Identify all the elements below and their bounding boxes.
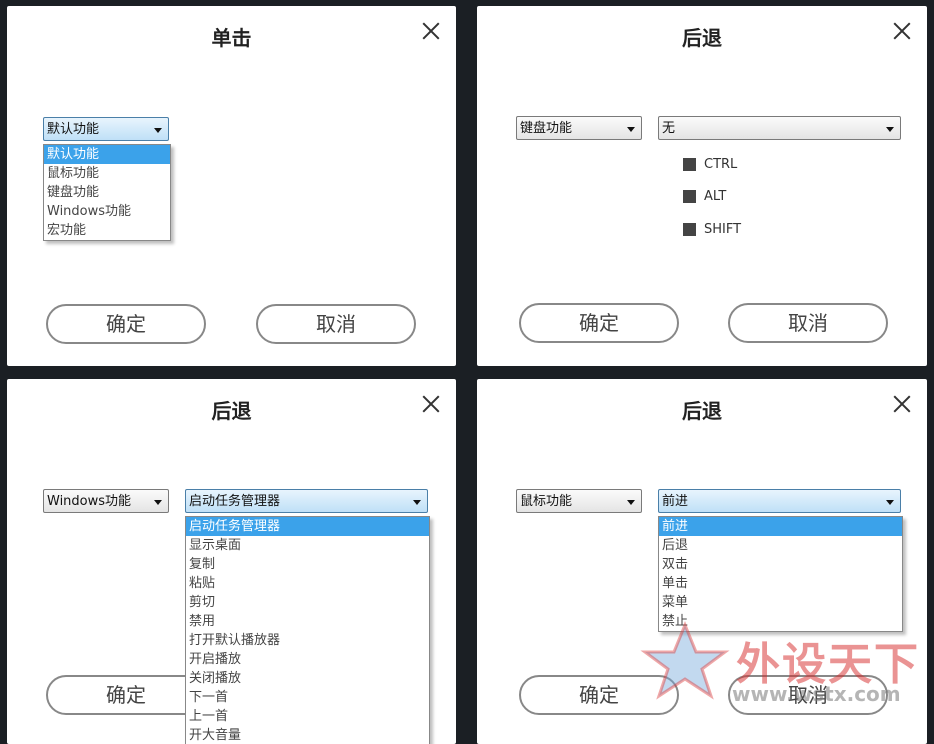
dropdown-option[interactable]: 禁用 [186,612,429,631]
select-value: 启动任务管理器 [189,494,281,509]
cancel-button[interactable]: 取消 [256,304,416,344]
chevron-down-icon [154,500,162,505]
dropdown-option[interactable]: 宏功能 [44,221,170,240]
dropdown-option[interactable]: 打开默认播放器 [186,631,429,650]
mouse-action-dropdown: 前进 后退 双击 单击 菜单 禁止 [658,516,903,632]
dropdown-option[interactable]: 下一首 [186,688,429,707]
chevron-down-icon [886,127,894,132]
dropdown-option[interactable]: 双击 [659,555,902,574]
watermark: 外设天下 www.wstx.com [640,620,930,710]
dropdown-option[interactable]: 单击 [659,574,902,593]
dropdown-option[interactable]: 上一首 [186,707,429,726]
dropdown-option[interactable]: 菜单 [659,593,902,612]
dialog-single-click: 单击 默认功能 默认功能 鼠标功能 键盘功能 Windows功能 宏功能 确定 … [7,6,456,366]
dropdown-option[interactable]: 默认功能 [44,145,170,164]
cancel-button[interactable]: 取消 [728,303,888,343]
dropdown-option[interactable]: 开启播放 [186,650,429,669]
dialog-title: 后退 [682,399,722,423]
select-value: Windows功能 [47,494,132,509]
close-icon[interactable] [420,393,442,415]
dropdown-option[interactable]: Windows功能 [44,202,170,221]
dropdown-option[interactable]: 开大音量 [186,726,429,744]
windows-action-dropdown: 启动任务管理器 显示桌面 复制 粘贴 剪切 禁用 打开默认播放器 开启播放 关闭… [185,516,430,744]
dropdown-option[interactable]: 显示桌面 [186,536,429,555]
checkbox-label: ALT [704,189,727,204]
dropdown-option[interactable]: 前进 [659,517,902,536]
function-type-select[interactable]: 默认功能 [43,117,169,141]
function-type-select[interactable]: 鼠标功能 [516,489,642,513]
dropdown-option[interactable]: 后退 [659,536,902,555]
dropdown-option[interactable]: 剪切 [186,593,429,612]
chevron-down-icon [627,127,635,132]
confirm-button[interactable]: 确定 [519,303,679,343]
windows-action-select[interactable]: 启动任务管理器 [185,489,428,513]
checkbox-icon[interactable] [683,158,696,171]
dropdown-option[interactable]: 关闭播放 [186,669,429,688]
select-value: 前进 [662,494,689,509]
dropdown-option[interactable]: 键盘功能 [44,183,170,202]
select-value: 无 [662,121,676,136]
select-value: 键盘功能 [520,121,573,136]
dialog-back-keyboard: 后退 键盘功能 无 CTRL ALT SHIFT 确定 取消 [477,6,927,366]
confirm-button[interactable]: 确定 [46,675,206,715]
star-logo-icon [640,621,730,700]
dropdown-option[interactable]: 粘贴 [186,574,429,593]
dialog-title: 后退 [682,26,722,50]
dialog-title: 后退 [211,399,252,423]
dialog-back-windows: 后退 Windows功能 启动任务管理器 确定 启动任务管理器 显示桌面 复制 … [7,379,456,744]
mouse-action-select[interactable]: 前进 [658,489,901,513]
chevron-down-icon [154,128,162,133]
confirm-button[interactable]: 确定 [46,304,206,344]
chevron-down-icon [886,500,894,505]
checkbox-label: CTRL [704,157,738,172]
checkbox-icon[interactable] [683,223,696,236]
dropdown-option[interactable]: 启动任务管理器 [186,517,429,536]
function-type-dropdown: 默认功能 鼠标功能 键盘功能 Windows功能 宏功能 [43,144,171,241]
close-icon[interactable] [420,20,442,42]
function-type-select[interactable]: Windows功能 [43,489,169,513]
chevron-down-icon [413,500,421,505]
chevron-down-icon [627,500,635,505]
checkbox-label: SHIFT [704,222,742,237]
function-type-select[interactable]: 键盘功能 [516,116,642,140]
dialog-title: 单击 [211,26,252,50]
select-value: 默认功能 [47,122,100,137]
dropdown-option[interactable]: 鼠标功能 [44,164,170,183]
close-icon[interactable] [891,20,913,42]
dropdown-option[interactable]: 复制 [186,555,429,574]
checkbox-icon[interactable] [683,190,696,203]
close-icon[interactable] [891,393,913,415]
key-select[interactable]: 无 [658,116,901,140]
select-value: 鼠标功能 [520,494,573,509]
watermark-url: www.wstx.com [732,682,901,706]
